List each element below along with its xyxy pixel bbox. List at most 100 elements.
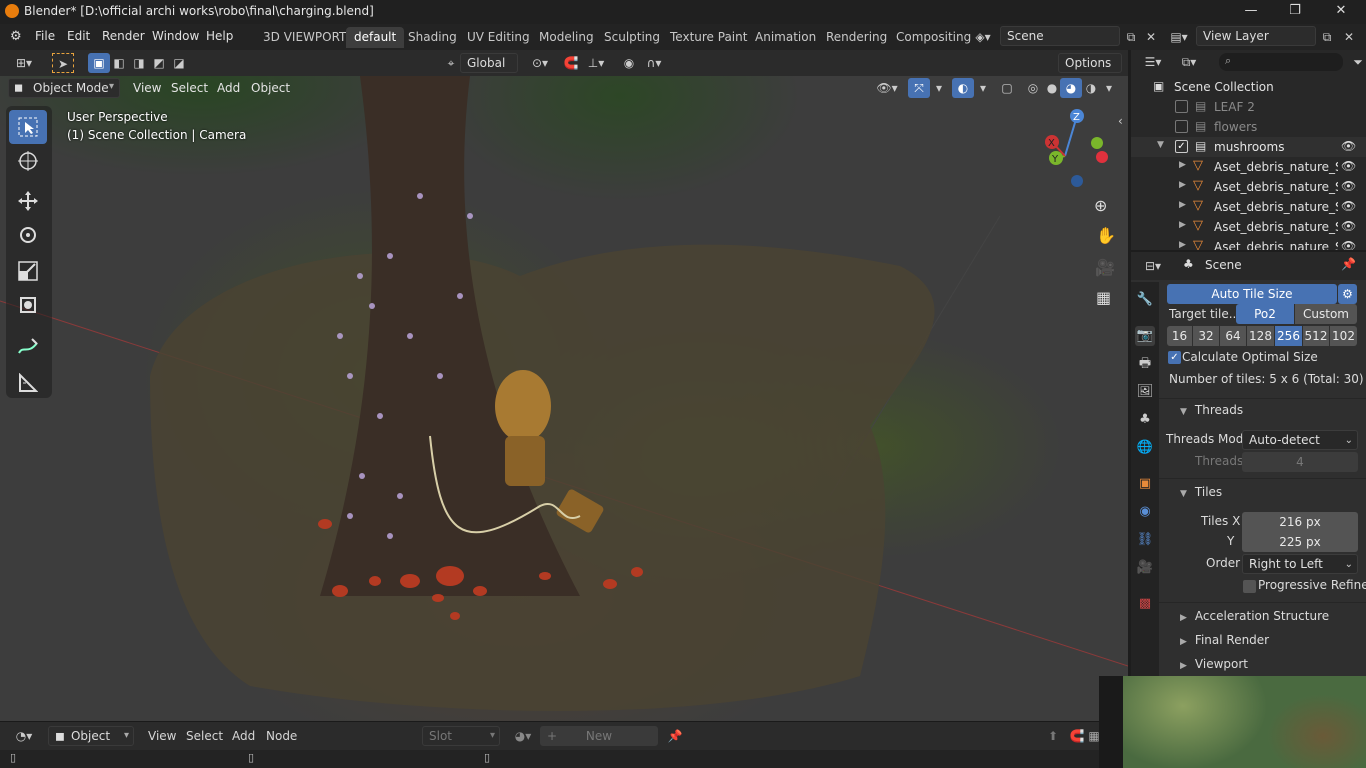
select-tool-icon[interactable]: ➤ [52, 53, 74, 73]
snap-toggle-icon[interactable]: 🧲 [560, 53, 582, 73]
threads-section-header[interactable]: ▼ Threads [1180, 403, 1243, 417]
move-tool[interactable] [9, 184, 47, 218]
tile-size-32[interactable]: 32 [1193, 326, 1219, 346]
cursor-tool[interactable] [9, 144, 47, 178]
xray-toggle-icon[interactable]: ▢ [996, 78, 1018, 98]
shader-menu-view[interactable]: View [148, 729, 176, 743]
rotate-tool[interactable] [9, 218, 47, 252]
viewport-menu-add[interactable]: Add [217, 81, 240, 95]
visibility-eye-icon[interactable]: 👁▾ [872, 78, 902, 98]
delete-scene-icon[interactable]: ✕ [1140, 27, 1162, 47]
settings-gear-icon[interactable]: ⚙ [1338, 284, 1357, 304]
select-mode-intersect-icon[interactable]: ◪ [168, 53, 190, 73]
scene-selector[interactable]: Scene [1000, 26, 1120, 46]
outliner-row-object[interactable]: ▶ ▽ Aset_debris_nature_S_rdl 👁 [1131, 157, 1366, 177]
filter-icon[interactable]: ⏷ [1347, 52, 1366, 72]
eye-icon[interactable]: 👁 [1341, 179, 1356, 193]
eye-icon[interactable]: 👁 [1341, 199, 1356, 213]
render-tab-icon[interactable]: 📷 [1135, 326, 1155, 346]
sidebar-toggle-icon[interactable]: ‹ [1118, 114, 1123, 128]
custom-button[interactable]: Custom [1295, 304, 1357, 324]
pan-hand-icon[interactable]: ✋ [1096, 226, 1116, 245]
tab-modeling[interactable]: Modeling [531, 27, 602, 48]
camera-data-tab-icon[interactable]: 🎥 [1135, 558, 1155, 578]
outliner-row-object[interactable]: ▶ ▽ Aset_debris_nature_S_rdl 👁 [1131, 237, 1366, 250]
tab-uv-editing[interactable]: UV Editing [459, 27, 538, 48]
viewport-menu-object[interactable]: Object [251, 81, 290, 95]
snap-target-icon[interactable]: ⊥▾ [582, 53, 610, 73]
tab-default[interactable]: default [346, 27, 405, 48]
annotate-tool[interactable] [9, 330, 47, 364]
outliner-row-object[interactable]: ▶ ▽ Aset_debris_nature_S_rdl 👁 [1131, 177, 1366, 197]
eye-icon[interactable]: 👁 [1341, 139, 1356, 153]
close-window-button[interactable]: ✕ [1318, 0, 1364, 24]
shader-object-dropdown[interactable]: ◼ Object ▾ [48, 726, 134, 746]
tool-tab-icon[interactable]: 🔧 [1135, 290, 1155, 310]
pin-icon[interactable]: 📌 [1341, 257, 1356, 271]
view-layer-tab-icon[interactable]: 🖼 [1135, 382, 1155, 402]
outliner-search-input[interactable]: ⌕ [1219, 53, 1343, 71]
menu-window[interactable]: Window [152, 29, 199, 43]
blender-menu-icon[interactable]: ⚙ [10, 29, 22, 44]
pivot-point-icon[interactable]: ⊙▾ [526, 53, 554, 73]
transform-tool[interactable] [9, 288, 47, 322]
gizmo-toggle-icon[interactable]: ⤧ [908, 78, 930, 98]
shading-dropdown-icon[interactable]: ▾ [1098, 78, 1120, 98]
delete-view-layer-icon[interactable]: ✕ [1338, 27, 1360, 47]
select-mode-invert-icon[interactable]: ◩ [148, 53, 170, 73]
overlay-toggle-icon[interactable]: ◐ [952, 78, 974, 98]
overlay-dropdown-icon[interactable]: ▾ [972, 78, 994, 98]
tab-sculpting[interactable]: Sculpting [596, 27, 668, 48]
editor-type-icon[interactable]: ⊞▾ [8, 53, 40, 73]
expand-arrow-icon[interactable]: ▶ [1179, 240, 1186, 250]
select-mode-subtract-icon[interactable]: ◨ [128, 53, 150, 73]
shader-menu-add[interactable]: Add [232, 729, 255, 743]
select-box-tool[interactable] [9, 110, 47, 144]
outliner-row-scene-collection[interactable]: ▣ Scene Collection [1131, 77, 1366, 97]
tiles-x-field[interactable]: 216 px [1242, 512, 1358, 532]
world-tab-icon[interactable]: 🌐 [1135, 438, 1155, 458]
transform-orientation-dropdown[interactable]: Global [460, 53, 518, 73]
select-mode-new-icon[interactable]: ▣ [88, 53, 110, 73]
maximize-button[interactable]: ❐ [1272, 0, 1318, 24]
menu-help[interactable]: Help [206, 29, 233, 43]
tile-size-256[interactable]: 256 [1275, 326, 1302, 346]
acceleration-section-header[interactable]: ▶ Acceleration Structure [1180, 609, 1329, 623]
scale-tool[interactable] [9, 254, 47, 288]
outliner-row-mushrooms[interactable]: ▼ ✓ ▤ mushrooms 👁 [1131, 137, 1366, 157]
menu-edit[interactable]: Edit [67, 29, 90, 43]
object-tab-icon[interactable]: ▣ [1135, 474, 1155, 494]
expand-arrow-icon[interactable]: ▼ [1157, 140, 1164, 150]
expand-arrow-icon[interactable]: ▶ [1179, 220, 1186, 230]
outliner-row-object[interactable]: ▶ ▽ Aset_debris_nature_S_rdl 👁 [1131, 197, 1366, 217]
ortho-grid-icon[interactable]: ▦ [1096, 288, 1111, 307]
shader-editor-type-icon[interactable]: ◔▾ [8, 726, 40, 746]
scene-browse-icon[interactable]: ◈▾ [972, 27, 994, 47]
tile-size-64[interactable]: 64 [1220, 326, 1246, 346]
viewport-menu-select[interactable]: Select [171, 81, 208, 95]
po2-button[interactable]: Po2 [1236, 304, 1294, 324]
texture-tab-icon[interactable]: ▩ [1135, 594, 1155, 614]
order-dropdown[interactable]: Right to Left ⌄ [1242, 554, 1358, 574]
outliner-editor-type-icon[interactable]: ☰▾ [1137, 52, 1169, 72]
auto-tile-size-toggle[interactable]: Auto Tile Size [1167, 284, 1337, 304]
camera-view-icon[interactable]: 🎥 [1095, 258, 1115, 277]
shader-menu-node[interactable]: Node [266, 729, 297, 743]
tile-size-128[interactable]: 128 [1247, 326, 1274, 346]
expand-arrow-icon[interactable]: ▶ [1179, 180, 1186, 190]
physics-tab-icon[interactable]: ◉ [1135, 502, 1155, 522]
material-preview-icon[interactable]: ◕ [1060, 78, 1082, 98]
scene-tab-icon[interactable]: ♣ [1135, 410, 1155, 430]
display-mode-icon[interactable]: ⧉▾ [1173, 52, 1205, 72]
outliner-row-flowers[interactable]: ▤ flowers [1131, 117, 1366, 137]
exclude-checkbox[interactable] [1175, 100, 1188, 113]
pin-icon[interactable]: 📌 [664, 726, 686, 746]
tiles-y-field[interactable]: 225 px [1242, 532, 1358, 552]
calculate-optimal-checkbox[interactable]: ✓ [1168, 351, 1181, 364]
gizmo-dropdown-icon[interactable]: ▾ [928, 78, 950, 98]
measure-tool[interactable] [9, 366, 47, 400]
output-tab-icon[interactable]: 🖶 [1135, 354, 1155, 374]
final-render-section-header[interactable]: ▶ Final Render [1180, 633, 1269, 647]
new-scene-icon[interactable]: ⧉ [1120, 27, 1142, 47]
tab-shading[interactable]: Shading [400, 27, 465, 48]
